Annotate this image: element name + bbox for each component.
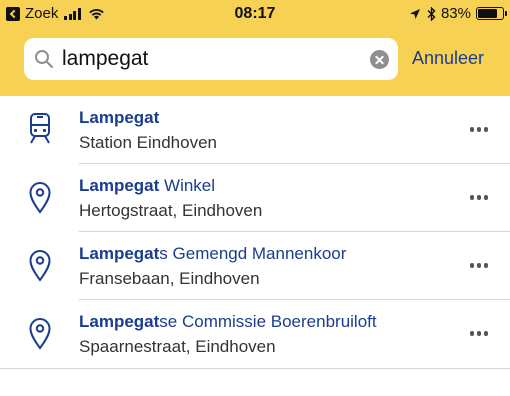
result-title-rest: Winkel: [159, 176, 216, 195]
result-row[interactable]: Lampegat Station Eindhoven: [0, 96, 510, 164]
search-input[interactable]: [62, 44, 362, 74]
result-title: Lampegat Winkel: [79, 176, 215, 196]
location-pin-icon: [26, 316, 54, 350]
result-title-match: Lampegat: [79, 108, 160, 127]
cancel-button[interactable]: Annuleer: [412, 48, 484, 69]
result-row[interactable]: Lampegat Winkel Hertogstraat, Eindhoven: [0, 164, 510, 232]
battery-icon: [476, 7, 507, 20]
more-options-icon[interactable]: [467, 263, 488, 268]
search-field[interactable]: [24, 38, 398, 80]
train-icon: [26, 112, 54, 146]
battery-percentage: 83%: [440, 5, 471, 22]
result-row[interactable]: Lampegats Gemengd Mannenkoor Fransebaan, …: [0, 232, 510, 300]
result-row[interactable]: Lampegatse Commissie Boerenbruiloft Spaar…: [0, 300, 510, 368]
result-title: Lampegatse Commissie Boerenbruiloft: [79, 312, 377, 332]
result-subtitle: Station Eindhoven: [79, 133, 217, 152]
location-pin-icon: [26, 180, 54, 214]
more-options-icon[interactable]: [467, 195, 488, 200]
result-title-match: Lampegat: [79, 312, 160, 331]
more-options-icon[interactable]: [467, 127, 488, 132]
result-subtitle: Fransebaan, Eindhoven: [79, 269, 260, 288]
result-title-match: Lampegat: [79, 176, 160, 195]
bluetooth-icon: [427, 6, 436, 21]
result-subtitle: Spaarnestraat, Eindhoven: [79, 337, 276, 356]
result-title: Lampegat: [79, 108, 159, 128]
location-arrow-icon: [409, 8, 420, 19]
result-title-rest: se Commissie Boerenbruiloft: [159, 312, 377, 331]
header-bar: Zoek 08:17 83% lampegat Annuleer: [0, 0, 510, 96]
result-title-match: Lampegat: [79, 244, 160, 263]
location-pin-icon: [26, 248, 54, 282]
result-title: Lampegats Gemengd Mannenkoor: [79, 244, 346, 264]
search-results-list: Lampegat Station Eindhoven Lampegat Winkel…: [0, 96, 510, 369]
more-options-icon[interactable]: [467, 331, 488, 336]
result-subtitle: Hertogstraat, Eindhoven: [79, 201, 263, 220]
status-bar: Zoek 08:17 83%: [0, 0, 510, 30]
search-icon: [35, 50, 53, 68]
clear-search-icon[interactable]: [370, 50, 389, 69]
result-title-rest: s Gemengd Mannenkoor: [159, 244, 347, 263]
